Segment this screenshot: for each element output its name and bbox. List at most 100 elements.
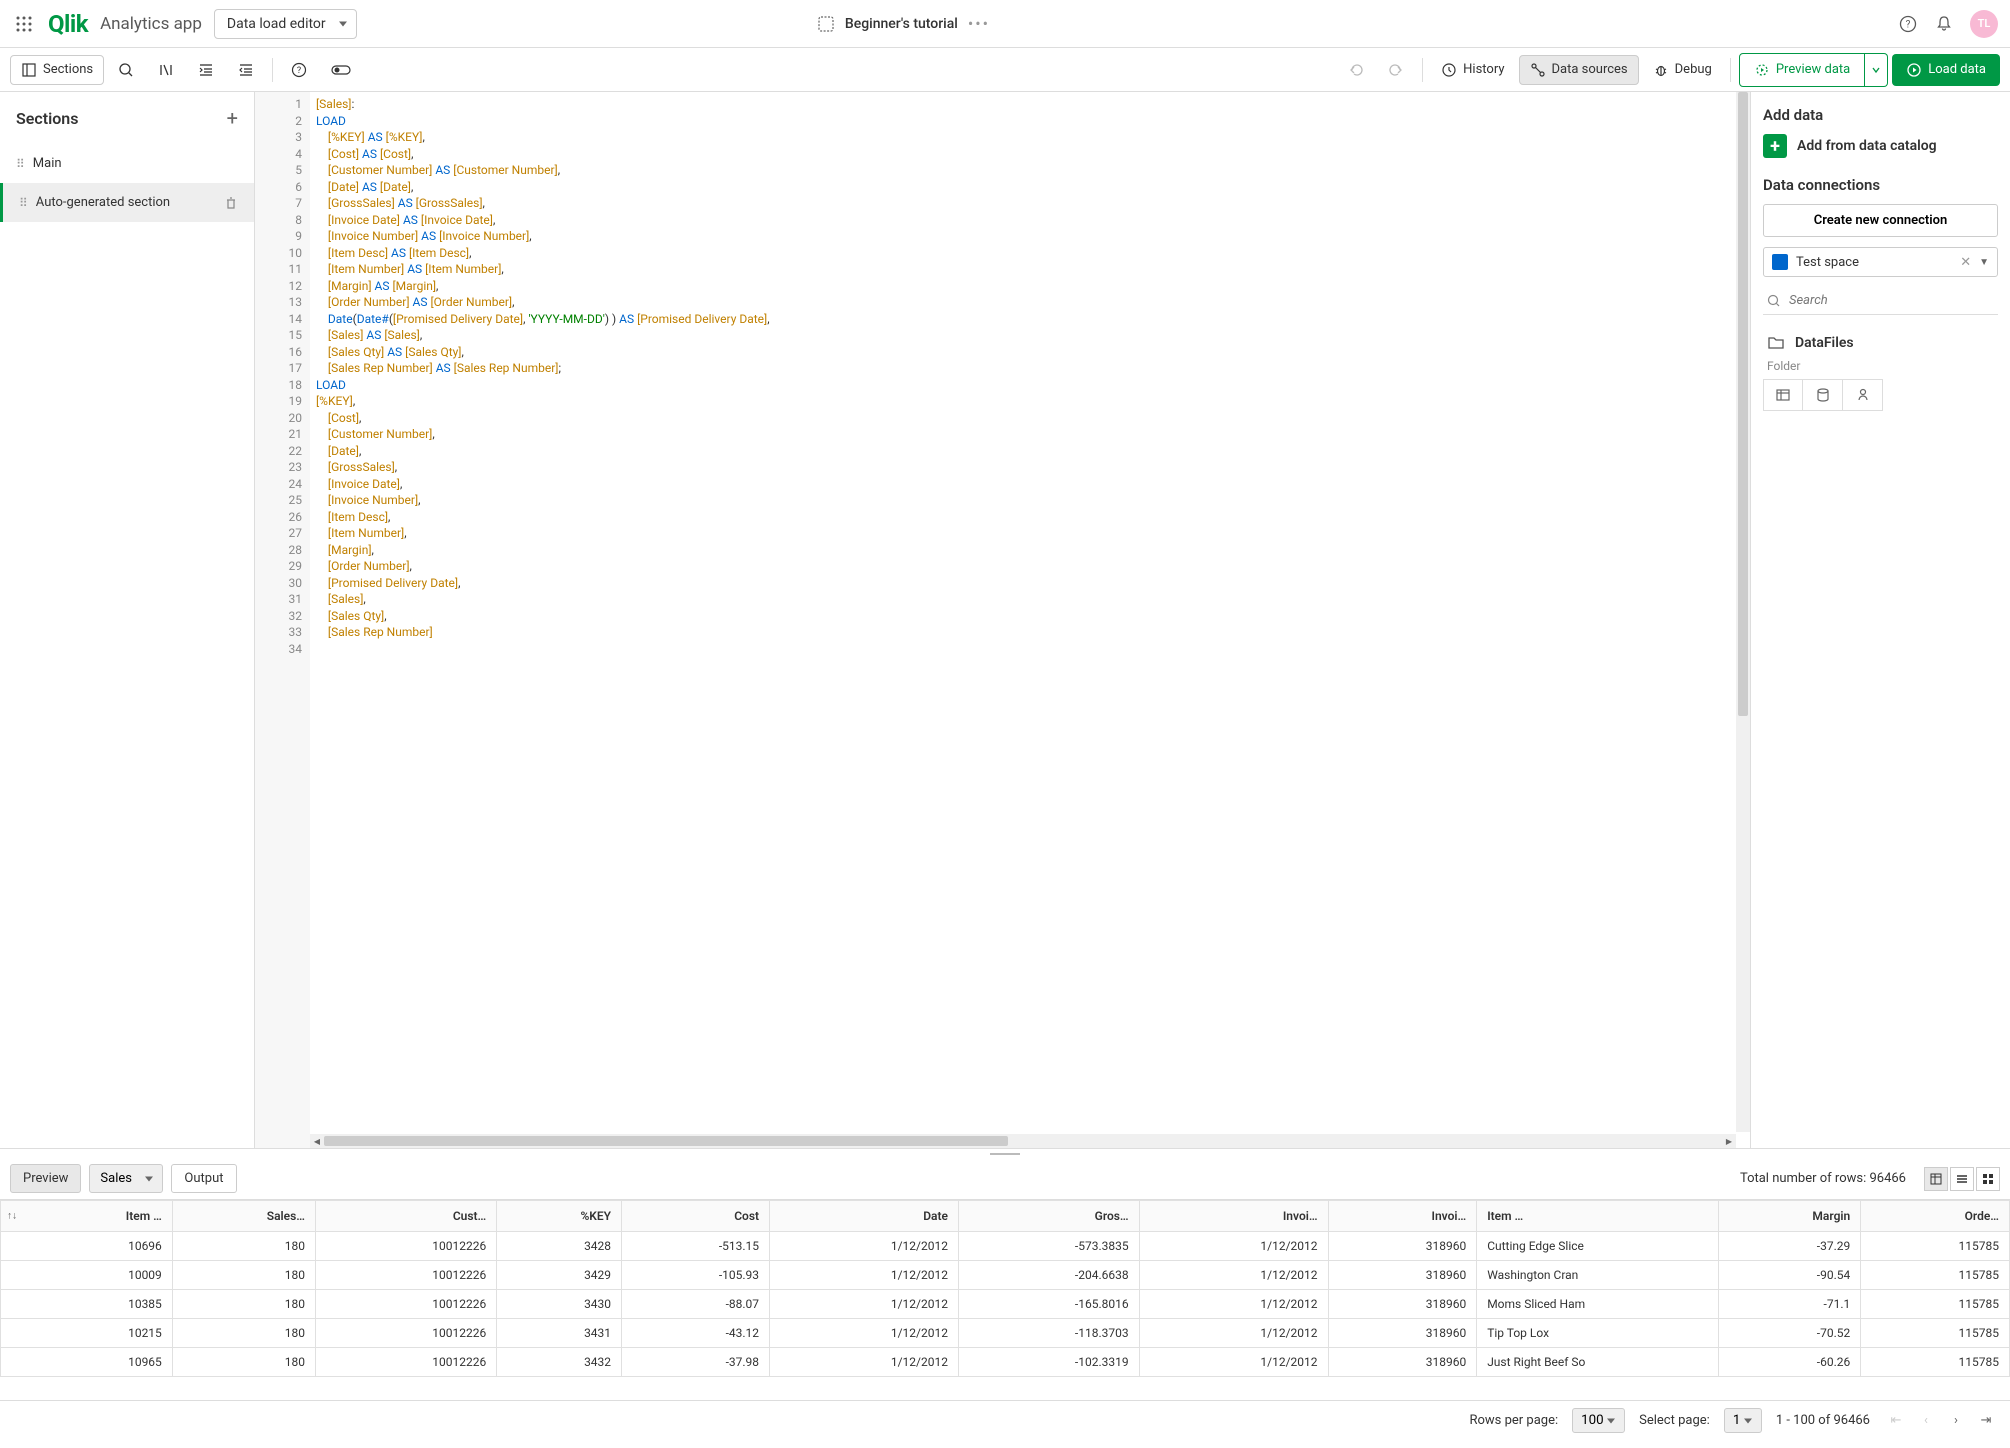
section-item[interactable]: ⠿Auto-generated section [0,183,254,222]
redo-icon[interactable] [1378,56,1414,84]
drag-handle-icon[interactable]: ⠿ [16,157,23,171]
editor-hscroll[interactable]: ◀ ▶ [310,1134,1736,1148]
help-toolbar-icon[interactable]: ? [281,56,317,84]
code-editor[interactable]: 1234567891011121314151617181920212223242… [255,92,1750,1148]
column-header[interactable]: Gros… [958,1201,1139,1232]
clear-space-icon[interactable]: ✕ [1960,255,1971,270]
app-launcher-icon[interactable] [12,12,36,36]
load-data-button[interactable]: Load data [1892,54,2000,86]
clock-icon [1441,62,1457,78]
preview-data-dropdown[interactable] [1865,53,1888,87]
comment-icon[interactable] [148,56,184,84]
view-table-icon[interactable] [1924,1167,1948,1191]
search-icon[interactable] [108,56,144,84]
more-icon[interactable]: ••• [968,14,990,33]
space-dropdown[interactable]: Test space ✕ ▼ [1763,247,1998,277]
top-bar: Qlik Analytics app Data load editor Begi… [0,0,2010,48]
section-item[interactable]: ⠿ Main [0,144,254,183]
svg-text:?: ? [1906,19,1911,30]
history-button[interactable]: History [1431,56,1514,84]
add-data-title: Add data [1763,106,1998,124]
search-icon [1767,294,1781,308]
table-row[interactable]: 10696180100122263428-513.151/12/2012-573… [1,1232,2010,1261]
outdent-icon[interactable] [228,56,264,84]
tutorial-title: Beginner's tutorial ••• [817,14,990,33]
avatar[interactable]: TL [1970,10,1998,38]
select-page-label: Select page: [1639,1413,1710,1428]
delete-icon[interactable] [224,196,238,210]
column-header[interactable]: Item … [1477,1201,1719,1232]
plus-icon: + [1763,134,1787,158]
toolbar: Sections ? History Data sources Debug Pr… [0,48,2010,92]
select-data-icon[interactable] [1763,379,1803,411]
code-area[interactable]: [Sales]:LOAD [%KEY] AS [%KEY], [Cost] AS… [310,92,1750,1148]
connection-search[interactable] [1763,287,1998,315]
toggle-icon[interactable] [321,57,361,83]
preview-data-button[interactable]: Preview data [1739,53,1865,87]
rows-per-page-select[interactable]: 100 [1572,1408,1625,1433]
table-row[interactable]: 10009180100122263429-105.931/12/2012-204… [1,1261,2010,1290]
bell-icon[interactable] [1934,14,1954,34]
prev-page-icon[interactable]: ‹ [1914,1409,1938,1433]
column-header[interactable]: Invoi… [1328,1201,1477,1232]
mode-dropdown[interactable]: Data load editor [214,9,357,39]
table-row[interactable]: 10215180100122263431-43.121/12/2012-118.… [1,1319,2010,1348]
preview-table-select[interactable]: Sales [89,1164,163,1193]
preview-tab[interactable]: Preview [10,1164,81,1193]
connection-item[interactable]: DataFiles [1763,327,1998,359]
chevron-down-icon[interactable]: ▼ [1979,257,1989,268]
preview-icon [1754,62,1770,78]
indent-icon[interactable] [188,56,224,84]
preview-table[interactable]: ↑↓Item …Sales…Cust…%KEYCostDateGros…Invo… [0,1200,2010,1400]
section-label: Main [33,156,62,171]
column-header[interactable]: Cost [622,1201,770,1232]
sections-title: Sections [16,109,78,128]
drag-handle-icon[interactable]: ⠿ [19,196,26,210]
svg-text:?: ? [297,66,301,76]
qlik-logo: Qlik [48,10,88,38]
output-tab[interactable]: Output [171,1164,236,1193]
add-section-button[interactable]: + [227,106,238,130]
table-row[interactable]: 10385180100122263430-88.071/12/2012-165.… [1,1290,2010,1319]
column-header[interactable]: Date [770,1201,959,1232]
undo-icon[interactable] [1338,56,1374,84]
page-range: 1 - 100 of 96466 [1776,1413,1870,1428]
search-input[interactable] [1789,293,1994,308]
help-icon[interactable]: ? [1898,14,1918,34]
view-list-icon[interactable] [1950,1167,1974,1191]
data-sources-button[interactable]: Data sources [1519,55,1639,85]
folder-icon [1767,335,1785,351]
app-name: Analytics app [100,14,202,34]
scroll-right-icon[interactable]: ▶ [1722,1134,1736,1148]
view-grid-icon[interactable] [1976,1167,2000,1191]
tutorial-icon [817,15,835,33]
first-page-icon[interactable]: ⇤ [1884,1409,1908,1433]
edit-connection-icon[interactable] [1843,379,1883,411]
editor-vscroll[interactable] [1736,92,1750,1132]
column-header[interactable]: Cust… [315,1201,496,1232]
scroll-left-icon[interactable]: ◀ [310,1134,324,1148]
panel-resizer[interactable] [0,1148,2010,1158]
main-area: Sections + ⠿Main⠿Auto-generated section … [0,92,2010,1148]
debug-button[interactable]: Debug [1643,56,1722,84]
column-header[interactable]: %KEY [497,1201,622,1232]
data-panel: Add data + Add from data catalog Data co… [1750,92,2010,1148]
column-header[interactable]: Orde… [1861,1201,2010,1232]
column-header[interactable]: Sales… [172,1201,315,1232]
sections-button[interactable]: Sections [10,55,104,85]
next-page-icon[interactable]: › [1944,1409,1968,1433]
bug-icon [1653,62,1669,78]
column-header[interactable]: Margin [1719,1201,1861,1232]
page-select[interactable]: 1 [1724,1408,1762,1433]
create-connection-button[interactable]: Create new connection [1763,204,1998,237]
line-gutter: 1234567891011121314151617181920212223242… [255,92,310,1148]
insert-script-icon[interactable] [1803,379,1843,411]
add-from-catalog-button[interactable]: + Add from data catalog [1763,134,1998,158]
last-page-icon[interactable]: ⇥ [1974,1409,1998,1433]
table-row[interactable]: 10965180100122263432-37.981/12/2012-102.… [1,1348,2010,1377]
data-connections-title: Data connections [1763,176,1998,194]
pager: Rows per page: 100 Select page: 1 1 - 10… [0,1400,2010,1440]
sections-panel: Sections + ⠿ Main ⠿Auto-generated section [0,92,255,1148]
column-header[interactable]: ↑↓Item … [1,1201,173,1232]
column-header[interactable]: Invoi… [1139,1201,1328,1232]
